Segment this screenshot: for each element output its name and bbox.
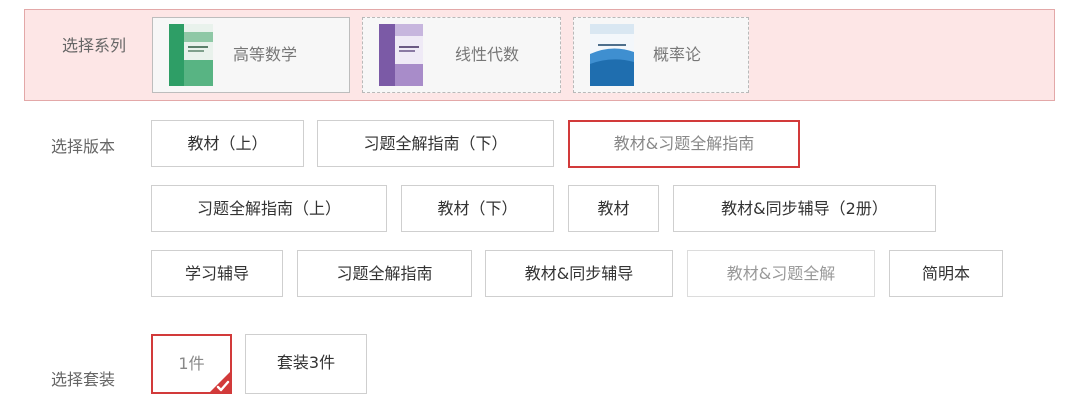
edition-option-textbook-and-sync-guide-2[interactable]: 教材&同步辅导（2册）	[673, 185, 936, 232]
edition-option-study-guide[interactable]: 学习辅导	[151, 250, 283, 297]
series-name-linear-algebra: 线性代数	[455, 45, 520, 64]
edition-option-textbook-and-solutions-guide[interactable]: 教材&习题全解指南	[568, 120, 800, 168]
series-option-calculus[interactable]: 高等数学	[152, 17, 350, 93]
edition-option-solutions-vol1[interactable]: 习题全解指南（上）	[151, 185, 387, 232]
package-label: 选择套装	[51, 370, 116, 389]
edition-option-textbook[interactable]: 教材	[568, 185, 659, 232]
edition-option-solutions-guide[interactable]: 习题全解指南	[297, 250, 472, 297]
package-option-single-label: 1件	[178, 354, 205, 373]
edition-option-textbook-vol1[interactable]: 教材（上）	[151, 120, 304, 167]
package-option-set-of-3[interactable]: 套装3件	[245, 334, 367, 394]
series-name-probability: 概率论	[653, 45, 702, 64]
book-cover-linear-algebra	[373, 24, 429, 86]
book-cover-probability	[584, 24, 640, 86]
edition-option-concise[interactable]: 简明本	[889, 250, 1003, 297]
package-option-single[interactable]: 1件	[151, 334, 232, 394]
series-name-calculus: 高等数学	[233, 45, 298, 64]
series-label: 选择系列	[62, 36, 127, 55]
selected-check-icon	[209, 371, 231, 393]
series-option-linear-algebra[interactable]: 线性代数	[362, 17, 561, 93]
edition-option-textbook-and-solutions[interactable]: 教材&习题全解	[687, 250, 875, 297]
edition-option-textbook-vol2[interactable]: 教材（下）	[401, 185, 554, 232]
edition-option-textbook-and-sync-guide[interactable]: 教材&同步辅导	[485, 250, 673, 297]
edition-label: 选择版本	[51, 137, 116, 156]
book-cover-calculus	[163, 24, 219, 86]
series-option-probability[interactable]: 概率论	[573, 17, 749, 93]
edition-option-solutions-vol2[interactable]: 习题全解指南（下）	[317, 120, 554, 167]
